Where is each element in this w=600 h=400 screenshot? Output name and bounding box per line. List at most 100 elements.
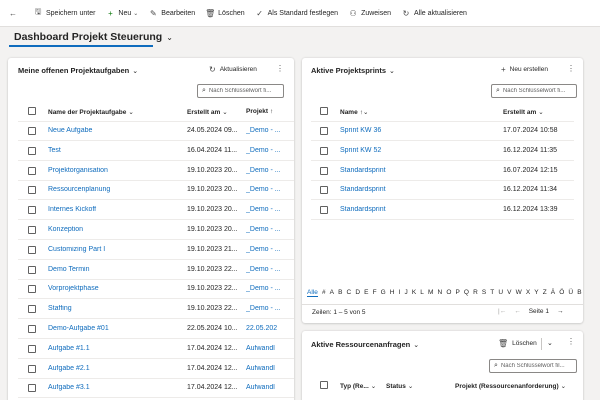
alphabet-filter-letter[interactable]: T bbox=[490, 289, 494, 297]
alphabet-filter-letter[interactable]: Q bbox=[464, 289, 469, 297]
tasks-search-input[interactable] bbox=[208, 88, 283, 94]
column-header-name[interactable]: Name der Projektaufgabe ⌄ bbox=[48, 108, 134, 117]
task-name-link[interactable]: Demo Termin bbox=[48, 266, 178, 273]
row-checkbox[interactable] bbox=[28, 364, 36, 373]
alphabet-filter-letter[interactable]: L bbox=[420, 289, 424, 297]
column-header-sprint-created[interactable]: Erstellt am ⌄ bbox=[503, 108, 544, 117]
column-header-created[interactable]: Erstellt am ⌄ bbox=[187, 108, 228, 117]
task-name-link[interactable]: Aufgabe #3.1 bbox=[48, 384, 178, 391]
alphabet-filter-letter[interactable]: I bbox=[399, 289, 401, 297]
row-checkbox[interactable] bbox=[28, 325, 36, 333]
alphabet-filter-letter[interactable]: Ä bbox=[551, 289, 555, 297]
row-checkbox[interactable] bbox=[28, 305, 36, 314]
task-project-link[interactable]: _Demo - ... bbox=[246, 186, 286, 193]
alphabet-filter-letter[interactable]: B bbox=[338, 289, 342, 297]
alphabet-filter-letter[interactable]: M bbox=[428, 289, 433, 297]
row-checkbox[interactable] bbox=[320, 166, 328, 175]
task-name-link[interactable]: Neue Aufgabe bbox=[48, 127, 178, 134]
new-button[interactable]: + Neu ⌄ bbox=[105, 9, 138, 18]
sprints-search-input[interactable] bbox=[502, 88, 576, 94]
row-checkbox[interactable] bbox=[28, 265, 36, 274]
row-checkbox[interactable] bbox=[320, 206, 328, 215]
task-project-link[interactable]: _Demo - ... bbox=[246, 285, 286, 292]
column-header-resource-project[interactable]: Projekt (Ressourcenanforderung) ⌄ bbox=[455, 382, 566, 391]
back-button[interactable]: ← bbox=[8, 9, 21, 18]
more-options-icon[interactable]: ⋮ bbox=[567, 337, 575, 346]
tasks-title[interactable]: Meine offenen Projektaufgaben ⌄ bbox=[18, 66, 138, 75]
row-checkbox[interactable] bbox=[28, 344, 36, 353]
first-page-icon[interactable]: |← bbox=[498, 308, 506, 315]
resources-title[interactable]: Aktive Ressourcenanfragen ⌄ bbox=[311, 340, 419, 349]
dashboard-selector[interactable]: Dashboard Projekt Steuerung ⌄ bbox=[14, 29, 173, 45]
alphabet-filter-letter[interactable]: D bbox=[355, 289, 360, 297]
alphabet-filter-letter[interactable]: V bbox=[507, 289, 511, 297]
alphabet-filter-letter[interactable]: O bbox=[446, 289, 451, 297]
select-all-checkbox[interactable] bbox=[320, 107, 328, 115]
row-checkbox[interactable] bbox=[28, 166, 36, 175]
new-sprint-button[interactable]: + Neu erstellen bbox=[501, 65, 548, 74]
alphabet-filter-letter[interactable]: R bbox=[473, 289, 478, 297]
alphabet-filter-letter[interactable]: K bbox=[412, 289, 416, 297]
task-name-link[interactable]: Vorprojektphase bbox=[48, 285, 178, 292]
task-project-link[interactable]: Aufwandl bbox=[246, 384, 286, 391]
row-checkbox[interactable] bbox=[320, 127, 328, 135]
task-name-link[interactable]: Aufgabe #1.1 bbox=[48, 345, 178, 352]
task-project-link[interactable]: _Demo - ... bbox=[246, 246, 286, 253]
task-project-link[interactable]: _Demo - ... bbox=[246, 167, 286, 174]
sprint-name-link[interactable]: Sprint KW 36 bbox=[340, 127, 490, 134]
resources-search-input[interactable] bbox=[500, 363, 576, 369]
task-project-link[interactable]: Aufwandl bbox=[246, 365, 286, 372]
more-options-icon[interactable]: ⋮ bbox=[567, 64, 575, 73]
alphabet-filter-letter[interactable]: S bbox=[482, 289, 486, 297]
task-name-link[interactable]: Projektorganisation bbox=[48, 167, 178, 174]
chevron-down-icon[interactable]: ⌄ bbox=[547, 339, 553, 347]
select-all-checkbox[interactable] bbox=[320, 381, 328, 389]
alphabet-filter-letter[interactable]: E bbox=[364, 289, 368, 297]
column-header-status[interactable]: Status ⌄ bbox=[386, 382, 413, 391]
alphabet-filter-letter[interactable]: # bbox=[322, 289, 326, 297]
alphabet-filter-letter[interactable]: N bbox=[438, 289, 443, 297]
set-default-button[interactable]: ✓ Als Standard festlegen bbox=[255, 9, 338, 18]
edit-button[interactable]: ✎ Bearbeiten bbox=[148, 9, 195, 18]
task-project-link[interactable]: _Demo - ... bbox=[246, 206, 286, 213]
refresh-all-button[interactable]: ↻ Alle aktualisieren bbox=[401, 9, 467, 18]
alphabet-filter-letter[interactable]: Ü bbox=[568, 289, 573, 297]
sprint-name-link[interactable]: Standardsprint bbox=[340, 167, 490, 174]
alphabet-filter-letter[interactable]: A bbox=[330, 289, 334, 297]
alphabet-filter-all[interactable]: Alle bbox=[307, 289, 318, 297]
row-checkbox[interactable] bbox=[28, 384, 36, 393]
row-checkbox[interactable] bbox=[28, 226, 36, 234]
task-project-link[interactable]: _Demo - ... bbox=[246, 266, 286, 273]
save-as-button[interactable]: 🖫 Speichern unter bbox=[33, 6, 96, 20]
delete-button[interactable]: 🗑 Löschen bbox=[205, 9, 244, 18]
alphabet-filter-letter[interactable]: J bbox=[405, 289, 408, 297]
alphabet-filter-letter[interactable]: C bbox=[347, 289, 352, 297]
task-name-link[interactable]: Demo-Aufgabe #01 bbox=[48, 325, 178, 332]
resources-delete-button[interactable]: 🗑 Löschen bbox=[498, 339, 537, 348]
alphabet-filter-letter[interactable]: Z bbox=[543, 289, 547, 297]
column-header-type[interactable]: Typ (Re... ⌄ bbox=[340, 382, 376, 391]
row-checkbox[interactable] bbox=[28, 245, 36, 254]
task-project-link[interactable]: _Demo - ... bbox=[246, 147, 286, 154]
task-project-link[interactable]: _Demo - ... bbox=[246, 226, 286, 233]
sprint-name-link[interactable]: Sprint KW 52 bbox=[340, 147, 490, 154]
task-name-link[interactable]: Ressourcenplanung bbox=[48, 186, 178, 193]
alphabet-filter-letter[interactable]: Y bbox=[534, 289, 538, 297]
task-project-link[interactable]: _Demo - ... bbox=[246, 127, 286, 134]
more-options-icon[interactable]: ⋮ bbox=[276, 64, 284, 73]
task-name-link[interactable]: Konzeption bbox=[48, 226, 178, 233]
alphabet-filter-letter[interactable]: X bbox=[526, 289, 530, 297]
row-checkbox[interactable] bbox=[28, 206, 36, 215]
alphabet-filter-letter[interactable]: Ö bbox=[559, 289, 564, 297]
row-checkbox[interactable] bbox=[320, 146, 328, 155]
alphabet-filter-letter[interactable]: H bbox=[390, 289, 395, 297]
next-page-icon[interactable]: → bbox=[557, 308, 564, 315]
row-checkbox[interactable] bbox=[320, 186, 328, 195]
column-header-sprint-name[interactable]: Name ↑⌄ bbox=[340, 108, 368, 117]
alphabet-filter-letter[interactable]: P bbox=[455, 289, 459, 297]
assign-button[interactable]: ⚇ Zuweisen bbox=[348, 9, 391, 18]
tasks-refresh-button[interactable]: ↻ Aktualisieren bbox=[209, 65, 257, 74]
task-project-link[interactable]: _Demo - ... bbox=[246, 305, 286, 312]
alphabet-filter-letter[interactable]: W bbox=[516, 289, 522, 297]
task-name-link[interactable]: Aufgabe #2.1 bbox=[48, 365, 178, 372]
